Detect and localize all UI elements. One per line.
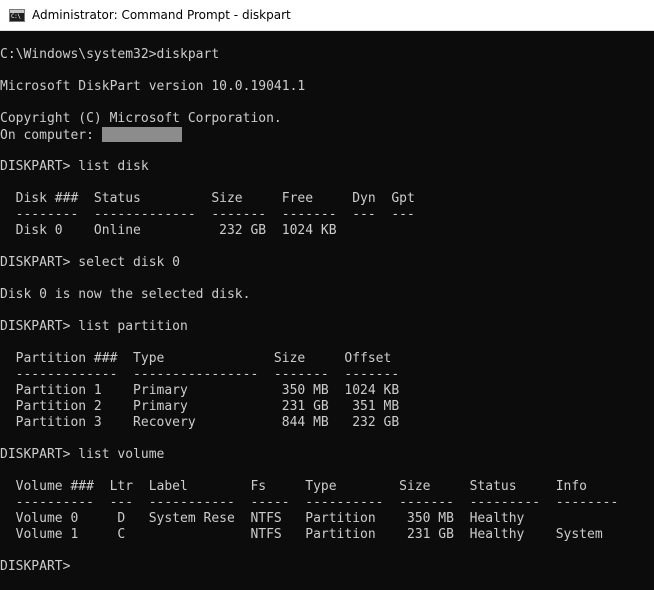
- console-line-blank: [0, 335, 618, 351]
- console-line-blank: [0, 175, 618, 191]
- disk-table-separator: -------- ------------- ------- ------- -…: [0, 207, 415, 222]
- partition-table-header: Partition ### Type Size Offset: [0, 351, 392, 366]
- disk-table-header: Disk ### Status Size Free Dyn Gpt: [0, 191, 415, 206]
- window-title: Administrator: Command Prompt - diskpart: [32, 8, 291, 22]
- volume-table-row: Volume 0 D System Rese NTFS Partition 35…: [0, 511, 525, 526]
- console-line-cwd: C:\Windows\system32>diskpart: [0, 47, 220, 62]
- console-line-blank: [0, 143, 618, 159]
- console-line-cmd-select-disk: DISKPART> select disk 0: [0, 255, 181, 270]
- volume-table-row: Volume 1 C NTFS Partition 231 GB Healthy…: [0, 527, 603, 542]
- console-line-cmd-list-volume: DISKPART> list volume: [0, 447, 165, 462]
- console-line-cmd-list-disk: DISKPART> list disk: [0, 159, 149, 174]
- console-line-copyright: Copyright (C) Microsoft Corporation.: [0, 111, 282, 126]
- cmd-icon: C:\: [9, 9, 25, 22]
- disk-table-row: Disk 0 Online 232 GB 1024 KB: [0, 223, 337, 238]
- partition-table-row: Partition 1 Primary 350 MB 1024 KB: [0, 383, 400, 398]
- partition-table-row: Partition 2 Primary 231 GB 351 MB: [0, 399, 400, 414]
- title-bar[interactable]: C:\ Administrator: Command Prompt - disk…: [0, 0, 654, 31]
- console-line-computer: On computer:: [0, 127, 618, 143]
- console-line-cmd-list-partition: DISKPART> list partition: [0, 319, 188, 334]
- computer-label: On computer:: [0, 128, 102, 143]
- console-line-select-result: Disk 0 is now the selected disk.: [0, 287, 251, 302]
- partition-table-row: Partition 3 Recovery 844 MB 232 GB: [0, 415, 400, 430]
- console-line-blank: [0, 271, 618, 287]
- volume-table-header: Volume ### Ltr Label Fs Type Size Status…: [0, 479, 587, 494]
- console-text: C:\Windows\system32>diskpart Microsoft Di…: [0, 47, 618, 575]
- volume-table-separator: ---------- --- ----------- ----- -------…: [0, 495, 619, 510]
- cmd-icon-text: C:\: [11, 13, 21, 20]
- command-prompt-window: C:\ Administrator: Command Prompt - disk…: [0, 0, 654, 590]
- redacted-computer-name: [101, 127, 182, 142]
- console-line-blank: [0, 303, 618, 319]
- console-line-blank: [0, 543, 618, 559]
- console-line-blank: [0, 431, 618, 447]
- console-line-final-prompt: DISKPART>: [0, 559, 71, 574]
- console-line-blank: [0, 95, 618, 111]
- console-line-blank: [0, 463, 618, 479]
- console-line-blank: [0, 63, 618, 79]
- console-output[interactable]: C:\Windows\system32>diskpart Microsoft Di…: [0, 31, 654, 590]
- console-line-blank: [0, 239, 618, 255]
- console-line-version: Microsoft DiskPart version 10.0.19041.1: [0, 79, 306, 94]
- partition-table-separator: ------------- ---------------- ------- -…: [0, 367, 400, 382]
